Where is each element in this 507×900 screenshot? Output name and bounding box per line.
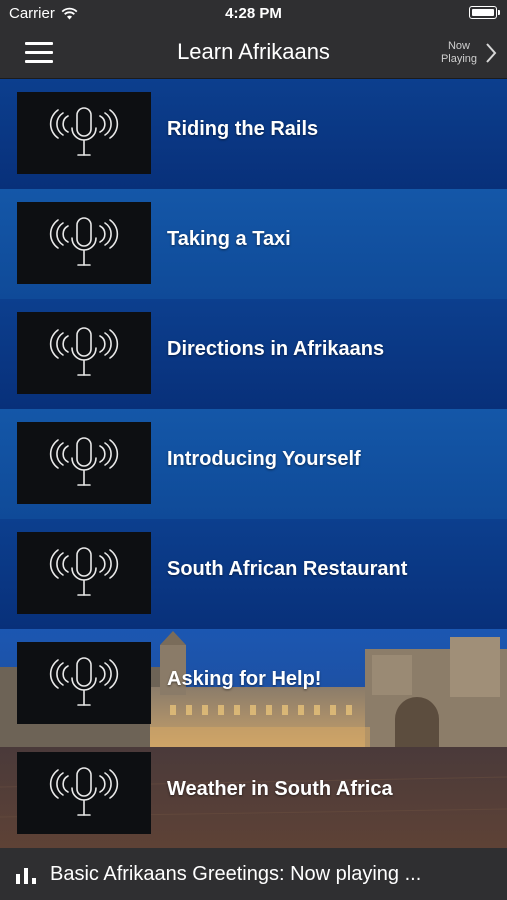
lesson-title: South African Restaurant: [167, 557, 408, 580]
microphone-icon: [49, 107, 119, 156]
now-playing-line2: Playing: [440, 53, 478, 65]
microphone-icon: [49, 327, 119, 376]
lesson-title: Introducing Yourself: [167, 447, 361, 470]
audio-bars-icon: [16, 868, 36, 884]
lesson-thumbnail: [17, 202, 151, 284]
menu-button[interactable]: [25, 42, 53, 64]
lesson-thumbnail: [17, 642, 151, 724]
menu-icon-line: [25, 60, 53, 63]
mini-player[interactable]: Basic Afrikaans Greetings: Now playing .…: [0, 848, 507, 900]
page-title: Learn Afrikaans: [177, 39, 330, 64]
lesson-list: Riding the Rails Taking a Taxi Direction…: [0, 79, 507, 848]
lesson-title: Taking a Taxi: [167, 227, 291, 250]
menu-icon-line: [25, 51, 53, 54]
lesson-title: Riding the Rails: [167, 117, 319, 140]
microphone-icon: [49, 217, 119, 266]
lesson-thumbnail: [17, 92, 151, 174]
list-item[interactable]: Weather in South Africa: [0, 739, 507, 849]
lesson-thumbnail: [17, 532, 151, 614]
list-item[interactable]: Directions in Afrikaans: [0, 299, 507, 409]
lesson-title: Weather in South Africa: [167, 777, 393, 800]
now-playing-button[interactable]: Now Playing: [437, 38, 497, 68]
list-item[interactable]: Asking for Help!: [0, 629, 507, 739]
chevron-right-icon: [486, 43, 497, 63]
microphone-icon: [49, 547, 119, 596]
list-item[interactable]: Introducing Yourself: [0, 409, 507, 519]
list-item[interactable]: Riding the Rails: [0, 79, 507, 189]
navigation-bar: Learn Afrikaans Now Playing: [0, 28, 507, 79]
now-playing-line1: Now: [447, 40, 470, 52]
list-item[interactable]: Taking a Taxi: [0, 189, 507, 299]
battery-icon: [469, 6, 500, 19]
now-playing-label: Now Playing: [437, 40, 481, 66]
lesson-thumbnail: [17, 312, 151, 394]
microphone-icon: [49, 657, 119, 706]
lesson-thumbnail: [17, 752, 151, 834]
lesson-title: Directions in Afrikaans: [167, 337, 385, 360]
menu-icon: [25, 42, 53, 45]
clock: 4:28 PM: [225, 5, 282, 22]
list-item[interactable]: South African Restaurant: [0, 519, 507, 629]
status-bar: Carrier 4:28 PM: [0, 0, 507, 28]
player-status-text: Basic Afrikaans Greetings: Now playing .…: [50, 863, 422, 885]
microphone-icon: [49, 767, 119, 816]
lesson-thumbnail: [17, 422, 151, 504]
lesson-title: Asking for Help!: [167, 667, 322, 690]
microphone-icon: [49, 437, 119, 486]
